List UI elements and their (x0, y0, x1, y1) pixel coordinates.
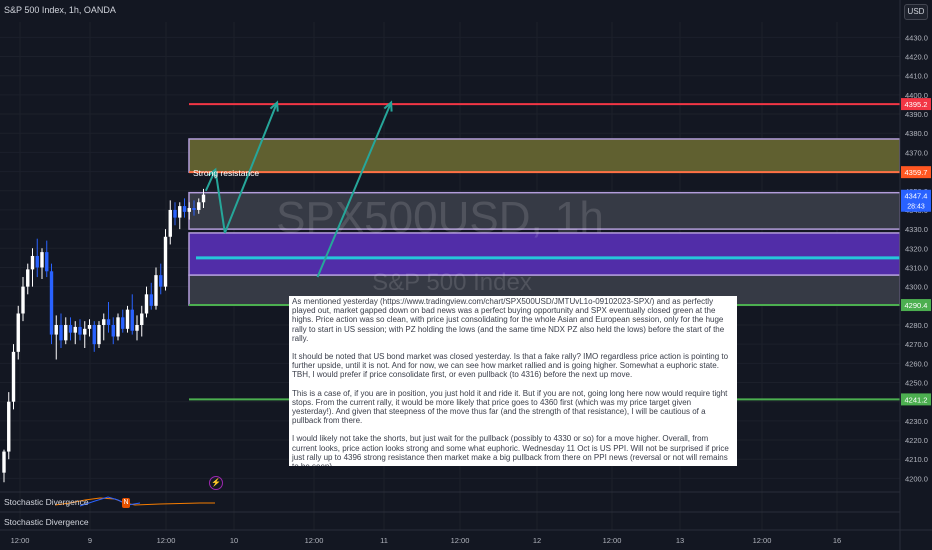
price-tag-label: 4359.7 (905, 168, 928, 177)
price-tick-label: 4420.0 (905, 53, 928, 62)
note-paragraph-3: This is a case of, if you are in positio… (292, 388, 728, 426)
candle[interactable] (102, 319, 106, 325)
price-tick-label: 4370.0 (905, 148, 928, 157)
time-tick-label: 12:00 (305, 536, 324, 545)
candle[interactable] (182, 206, 187, 212)
candle[interactable] (78, 326, 82, 335)
candle[interactable] (59, 324, 63, 341)
candle[interactable] (116, 317, 120, 337)
candle[interactable] (40, 252, 44, 268)
candle[interactable] (54, 324, 58, 335)
candle[interactable] (87, 324, 92, 329)
candle[interactable] (111, 324, 115, 337)
price-tag-label: 4241.2 (905, 395, 928, 404)
time-tick-label: 12:00 (157, 536, 176, 545)
time-tick-label: 10 (230, 536, 238, 545)
candle[interactable] (159, 275, 163, 287)
candle[interactable] (187, 208, 191, 212)
price-tick-label: 4320.0 (905, 244, 928, 253)
watermark-name: S&P 500 Index (372, 269, 532, 296)
countdown-label: 28:43 (907, 204, 925, 211)
candle[interactable] (178, 206, 182, 218)
candle[interactable] (106, 319, 111, 325)
idea-note: As mentioned yesterday (https://www.trad… (289, 296, 737, 466)
price-tick-label: 4210.0 (905, 455, 928, 464)
candle[interactable] (130, 309, 134, 331)
price-tick-label: 4330.0 (905, 225, 928, 234)
indicator-label-2[interactable]: Stochastic Divergence (4, 517, 89, 527)
candle[interactable] (64, 324, 68, 341)
candle[interactable] (49, 271, 54, 335)
candle[interactable] (121, 317, 125, 329)
price-tick-label: 4220.0 (905, 436, 928, 445)
candle[interactable] (173, 209, 177, 218)
time-tick-label: 9 (88, 536, 92, 545)
price-chart[interactable]: SPX500USD, 1h S&P 500 Index 4200.0 4210.0 4… (0, 0, 932, 550)
candle[interactable] (26, 269, 30, 287)
time-tick-label: 11 (380, 536, 388, 545)
note-paragraph-4: I would likely not take the shorts, but … (292, 434, 729, 466)
zone-label: Strong resistance (193, 168, 260, 178)
indicator-badge: N (122, 498, 130, 508)
candle[interactable] (140, 313, 144, 325)
candle[interactable] (92, 324, 96, 345)
chart-window: { "header": {"symbol": "S&P 500 Index, 1… (0, 0, 932, 550)
current-price-label: 4347.4 (905, 192, 928, 201)
price-tick-label: 4310.0 (905, 263, 928, 272)
lightning-icon[interactable]: ⚡ (209, 476, 223, 490)
candle[interactable] (154, 275, 158, 306)
candle[interactable] (2, 451, 6, 473)
time-tick-label: 12 (533, 536, 541, 545)
candle[interactable] (135, 324, 139, 331)
price-tick-label: 4260.0 (905, 359, 928, 368)
candle[interactable] (201, 194, 206, 203)
candle[interactable] (35, 255, 39, 268)
candle[interactable] (197, 202, 201, 210)
candle[interactable] (7, 401, 11, 452)
price-tick-label: 4410.0 (905, 72, 928, 81)
note-paragraph-1: As mentioned yesterday (https://www.trad… (292, 297, 725, 343)
price-tick-label: 4280.0 (905, 321, 928, 330)
symbol-title[interactable]: S&P 500 Index, 1h, OANDA (4, 5, 116, 15)
price-tick-label: 4200.0 (905, 474, 928, 483)
time-tick-label: 16 (833, 536, 841, 545)
note-paragraph-2: It should be noted that US bond market w… (292, 352, 729, 380)
candle[interactable] (45, 252, 49, 272)
candle[interactable] (149, 294, 153, 306)
candle[interactable] (11, 351, 16, 402)
time-tick-label: 13 (676, 536, 684, 545)
time-tick-label: 12:00 (11, 536, 30, 545)
price-tick-label: 4390.0 (905, 110, 928, 119)
candle[interactable] (73, 326, 77, 333)
candle[interactable] (168, 209, 172, 237)
price-tick-label: 4230.0 (905, 417, 928, 426)
candle[interactable] (144, 294, 149, 314)
candle[interactable] (83, 328, 87, 335)
resistance-zone (188, 138, 901, 173)
price-tick-label: 4250.0 (905, 379, 928, 388)
indicator-label-1[interactable]: Stochastic Divergence (4, 497, 89, 507)
watermark-ticker: SPX500USD, 1h (276, 193, 604, 242)
time-tick-label: 12:00 (753, 536, 772, 545)
candle[interactable] (125, 309, 130, 329)
candle[interactable] (192, 208, 196, 210)
currency-button[interactable]: USD (904, 4, 928, 20)
candle[interactable] (68, 324, 73, 333)
price-tag-label: 4290.4 (905, 301, 928, 310)
price-tick-label: 4380.0 (905, 129, 928, 138)
candle[interactable] (30, 255, 35, 270)
time-tick-label: 12:00 (603, 536, 622, 545)
price-tick-label: 4300.0 (905, 283, 928, 292)
price-tick-label: 4270.0 (905, 340, 928, 349)
time-tick-label: 12:00 (451, 536, 470, 545)
price-axis[interactable] (900, 0, 932, 550)
candle[interactable] (21, 286, 25, 314)
price-tag-label: 4395.2 (905, 100, 928, 109)
price-tick-label: 4430.0 (905, 33, 928, 42)
candle[interactable] (16, 313, 20, 352)
candle[interactable] (97, 324, 101, 345)
candle[interactable] (163, 236, 168, 287)
